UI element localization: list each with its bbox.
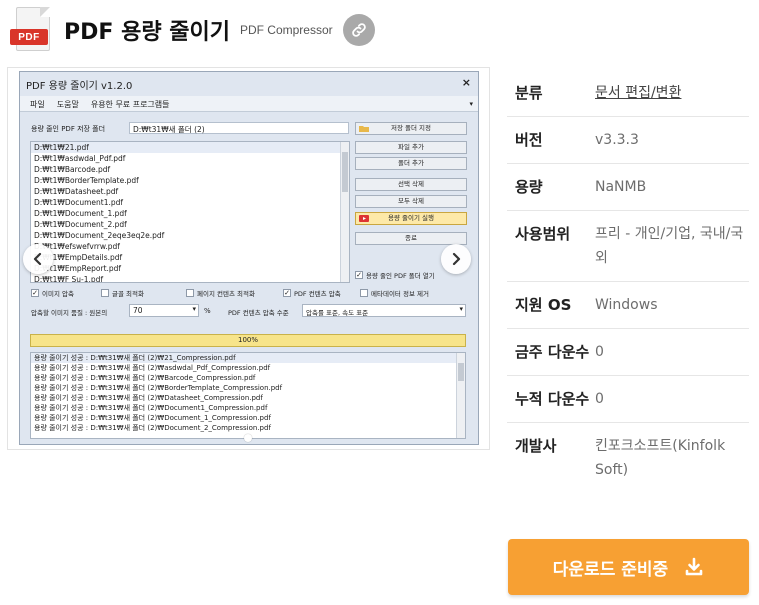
list-item: D:₩t1₩Document_1.pdf <box>34 209 127 218</box>
list-item: D:₩t1₩Document_2.pdf <box>34 220 127 229</box>
delete-selected-button: 선택 삭제 <box>355 178 467 191</box>
total-downloads-label: 누적 다운수 <box>515 390 590 408</box>
content-level-select: 압축률 표준, 속도 표준 <box>302 304 466 317</box>
log-line: 용량 줄이기 성공 : D:₩t31₩새 폴더 (2)₩Document_2_C… <box>34 424 271 432</box>
list-item: D:₩t1₩asdwdal_Pdf.pdf <box>34 154 126 163</box>
version-label: 버전 <box>515 131 543 149</box>
add-folder-button: 폴더 추가 <box>355 157 467 170</box>
developer-label: 개발사 <box>515 437 557 455</box>
size-label: 용량 <box>515 178 543 196</box>
download-button[interactable]: 다운로드 준비중 <box>508 539 749 595</box>
info-row-os: 지원 OS Windows <box>507 282 749 329</box>
exit-button: 종료 <box>355 232 467 245</box>
list-item: D:₩t1₩efswefvrrw.pdf <box>34 242 120 251</box>
delete-all-button: 모두 삭제 <box>355 195 467 208</box>
list-item: D:₩t1₩Document_2eqe3eq2e.pdf <box>34 231 165 240</box>
list-item: D:₩t1₩Datasheet.pdf <box>34 187 119 196</box>
developer-value: 킨포크소프트(Kinfolk Soft) <box>595 438 726 478</box>
app-window-preview: PDF 용량 줄이기 v1.2.0 × 파일 도움말 유용한 무료 프로그램들 … <box>19 71 479 445</box>
info-row-version: 버전 v3.3.3 <box>507 117 749 164</box>
chevron-left-icon <box>33 252 42 266</box>
link-icon <box>351 23 366 37</box>
option-remove-metadata: 메타데이터 정보 제거 <box>360 288 429 298</box>
set-folder-button: 저장 폴더 지정 <box>355 122 467 135</box>
image-quality-select: 70 <box>129 304 199 317</box>
download-label: 다운로드 준비중 <box>552 559 669 580</box>
list-item: D:₩t1₩F Su-1.pdf <box>34 275 104 283</box>
share-link-button[interactable] <box>342 14 375 46</box>
info-table: 분류 문서 편집/변환 버전 v3.3.3 용량 NaNMB 사용범위 프리 -… <box>507 70 749 493</box>
list-item: D:₩t1₩21.pdf <box>31 142 349 153</box>
log-line: 용량 줄이기 성공 : D:₩t31₩새 폴더 (2)₩Document_1_C… <box>34 414 271 422</box>
list-item: D:₩t1₩EmpReport.pdf <box>34 264 122 273</box>
image-quality-label: 압축할 이미지 품질 : 원본의 <box>31 309 108 317</box>
os-value: Windows <box>595 297 658 313</box>
info-row-category: 분류 문서 편집/변환 <box>507 70 749 117</box>
option-image-compress: ✓ 이미지 압축 <box>31 289 74 298</box>
window-close-icon: × <box>461 76 471 89</box>
download-icon <box>685 557 703 576</box>
app-title: PDF 용량 줄이기 <box>64 20 230 45</box>
license-value: 프리 - 개인/기업, 국내/국외 <box>595 226 744 266</box>
output-folder-path: D:₩t31₩새 폴더 (2) <box>129 122 349 134</box>
add-file-button: 파일 추가 <box>355 141 467 154</box>
compress-run-button: 용량 줄이기 실행 <box>355 212 467 225</box>
list-item: D:₩t1₩BorderTemplate.pdf <box>34 176 139 185</box>
info-row-license: 사용범위 프리 - 개인/기업, 국내/국외 <box>507 211 749 282</box>
output-folder-label: 용량 줄인 PDF 저장 폴더 <box>31 125 106 133</box>
list-item: D:₩t1₩EmpDetails.pdf <box>34 253 123 262</box>
result-log: 용량 줄이기 성공 : D:₩t31₩새 폴더 (2)₩21_Compressi… <box>30 352 466 439</box>
menu-file: 파일 <box>30 100 45 109</box>
window-title: PDF 용량 줄이기 v1.2.0 <box>26 81 133 92</box>
carousel-prev-button[interactable] <box>23 244 53 274</box>
info-row-total-downloads: 누적 다운수 0 <box>507 376 749 423</box>
file-list-scrollbar <box>340 142 349 282</box>
log-line: 용량 줄이기 성공 : D:₩t31₩새 폴더 (2)₩asdwdal_Pdf_… <box>34 364 271 372</box>
version-value: v3.3.3 <box>595 132 639 148</box>
info-row-developer: 개발사 킨포크소프트(Kinfolk Soft) <box>507 423 749 493</box>
content-level-label: PDF 컨텐츠 압축 수준 <box>228 309 289 317</box>
option-pdf-content: ✓ PDF 컨텐츠 압축 <box>283 289 341 298</box>
option-page-content: 페이지 컨텐츠 최적화 <box>186 288 255 298</box>
category-label: 분류 <box>515 84 543 102</box>
info-row-weekly-downloads: 금주 다운수 0 <box>507 329 749 376</box>
file-list: D:₩t1₩21.pdf D:₩t1₩asdwdal_Pdf.pdf D:₩t1… <box>30 141 350 283</box>
weekly-downloads-label: 금주 다운수 <box>515 343 590 361</box>
os-label: 지원 OS <box>515 296 572 314</box>
list-item: D:₩t1₩Barcode.pdf <box>34 165 111 174</box>
menu-help: 도움말 <box>56 100 79 109</box>
info-row-size: 용량 NaNMB <box>507 164 749 211</box>
option-font-optimize: 글꼴 최적화 <box>101 288 144 298</box>
log-scrollbar <box>456 353 465 438</box>
pdf-file-icon: PDF <box>10 7 54 53</box>
progress-bar: 100% <box>30 334 466 347</box>
carousel-dot[interactable] <box>244 434 252 442</box>
folder-icon <box>359 126 369 132</box>
log-line: 용량 줄이기 성공 : D:₩t31₩새 폴더 (2)₩Barcode_Comp… <box>34 374 256 382</box>
log-line: 용량 줄이기 성공 : D:₩t31₩새 폴더 (2)₩Datasheet_Co… <box>34 394 263 402</box>
percent-label: % <box>204 307 211 315</box>
pdf-icon-label: PDF <box>10 29 48 45</box>
category-link[interactable]: 문서 편집/변환 <box>595 81 749 105</box>
app-subtitle: PDF Compressor <box>239 23 333 37</box>
log-line: 용량 줄이기 성공 : D:₩t31₩새 폴더 (2)₩BorderTempla… <box>34 384 283 392</box>
chevron-right-icon <box>452 252 461 266</box>
open-folder-checkbox: ✓ 용량 줄인 PDF 폴더 열기 <box>355 271 435 280</box>
license-label: 사용범위 <box>515 225 571 243</box>
window-menu-bar: 파일 도움말 유용한 무료 프로그램들 ▾ <box>20 96 478 112</box>
screenshot-carousel: PDF 용량 줄이기 v1.2.0 × 파일 도움말 유용한 무료 프로그램들 … <box>7 67 490 450</box>
menu-free-programs: 유용한 무료 프로그램들 <box>90 100 170 109</box>
play-icon <box>359 215 369 222</box>
app-header: PDF PDF 용량 줄이기 PDF Compressor <box>10 6 375 54</box>
list-item: D:₩t1₩Document1.pdf <box>34 198 124 207</box>
carousel-next-button[interactable] <box>441 244 471 274</box>
menu-arrow-icon: ▾ <box>469 100 473 108</box>
total-downloads-value: 0 <box>595 391 604 407</box>
log-line: 용량 줄이기 성공 : D:₩t31₩새 폴더 (2)₩Document1_Co… <box>34 404 268 412</box>
size-value: NaNMB <box>595 179 647 195</box>
weekly-downloads-value: 0 <box>595 344 604 360</box>
log-line: 용량 줄이기 성공 : D:₩t31₩새 폴더 (2)₩21_Compressi… <box>31 353 465 363</box>
